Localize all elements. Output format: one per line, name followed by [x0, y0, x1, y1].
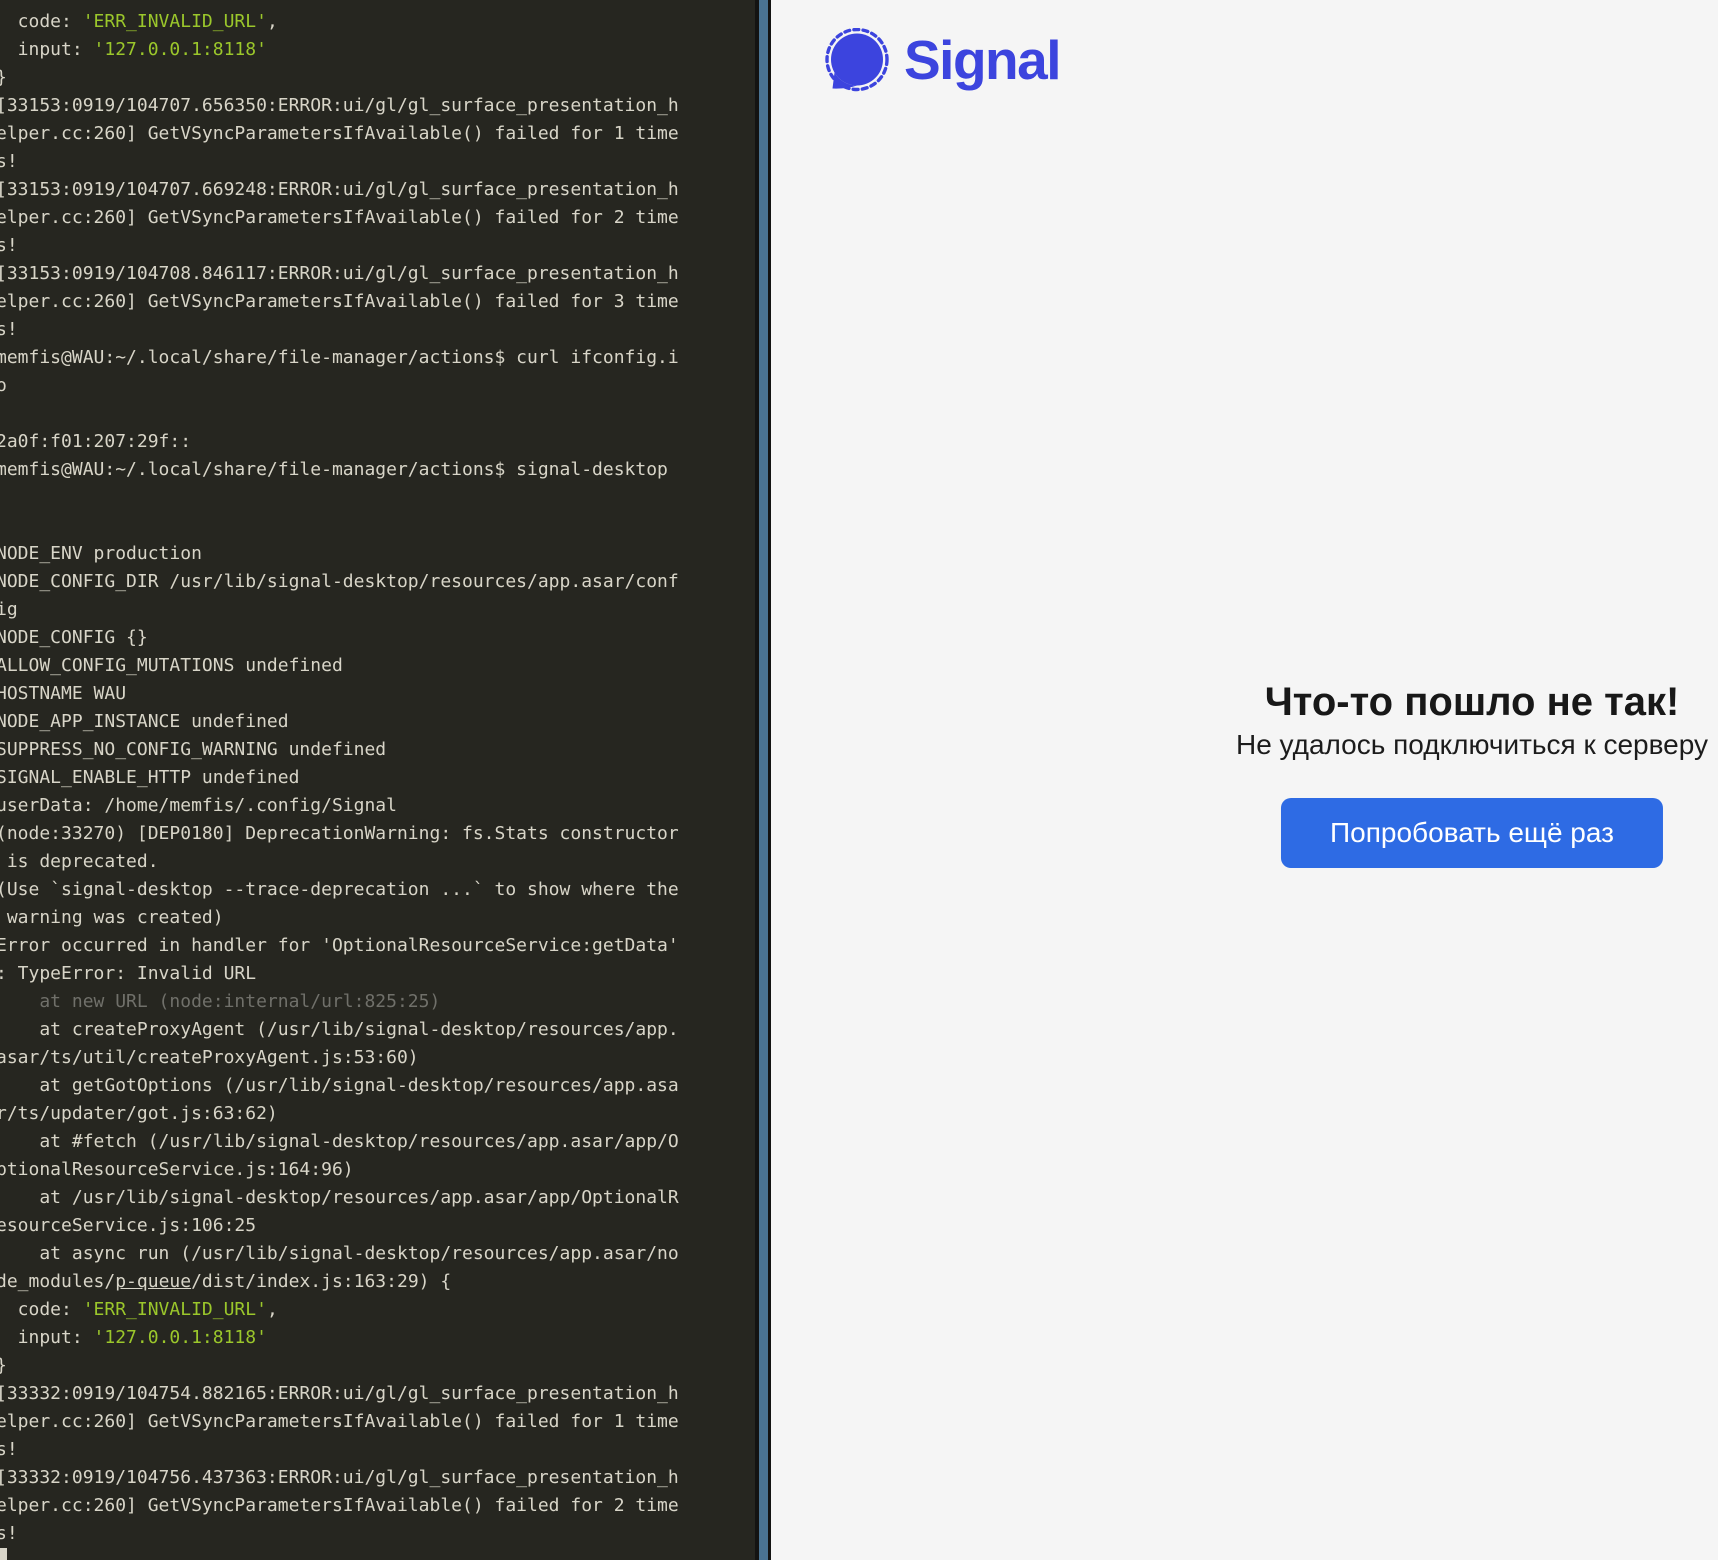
terminal-line: memfis@WAU:~/.local/share/file-manager/a…: [0, 344, 679, 372]
terminal-cursor: [0, 1548, 7, 1560]
terminal-line: at createProxyAgent (/usr/lib/signal-des…: [0, 1016, 679, 1044]
terminal-line: is deprecated.: [0, 848, 679, 876]
terminal-line: ig: [0, 596, 679, 624]
terminal-line: : TypeError: Invalid URL: [0, 960, 679, 988]
terminal-line: userData: /home/memfis/.config/Signal: [0, 792, 679, 820]
terminal-line: NODE_CONFIG {}: [0, 624, 679, 652]
terminal-output: code: 'ERR_INVALID_URL', input: '127.0.0…: [0, 8, 679, 1548]
terminal-line: [0, 512, 679, 540]
terminal-line: [33332:0919/104756.437363:ERROR:ui/gl/gl…: [0, 1464, 679, 1492]
terminal-line: elper.cc:260] GetVSyncParametersIfAvaila…: [0, 288, 679, 316]
error-subtitle: Не удалось подключиться к серверу: [1236, 729, 1708, 761]
terminal-line: (Use `signal-desktop --trace-deprecation…: [0, 876, 679, 904]
terminal-line: elper.cc:260] GetVSyncParametersIfAvaila…: [0, 204, 679, 232]
terminal-line: warning was created): [0, 904, 679, 932]
terminal-line: }: [0, 64, 679, 92]
terminal-line: NODE_CONFIG_DIR /usr/lib/signal-desktop/…: [0, 568, 679, 596]
terminal-line: code: 'ERR_INVALID_URL',: [0, 1296, 679, 1324]
terminal-line: SUPPRESS_NO_CONFIG_WARNING undefined: [0, 736, 679, 764]
terminal-line: [33153:0919/104708.846117:ERROR:ui/gl/gl…: [0, 260, 679, 288]
error-title: Что-то пошло не так!: [1236, 680, 1708, 724]
terminal-line: at /usr/lib/signal-desktop/resources/app…: [0, 1184, 679, 1212]
signal-speech-bubble-icon: [825, 28, 889, 92]
terminal-line: s!: [0, 1520, 679, 1548]
terminal-line: memfis@WAU:~/.local/share/file-manager/a…: [0, 456, 679, 484]
terminal-line: [0, 400, 679, 428]
terminal-line: }: [0, 1352, 679, 1380]
terminal-scrollbar[interactable]: [755, 0, 771, 1560]
signal-window: Signal Что-то пошло не так! Не удалось п…: [771, 0, 1718, 1560]
terminal-line: s!: [0, 1436, 679, 1464]
terminal-line: [33332:0919/104754.882165:ERROR:ui/gl/gl…: [0, 1380, 679, 1408]
signal-wordmark: Signal: [904, 28, 1060, 92]
signal-logo: Signal: [825, 28, 1060, 92]
terminal-line: [33153:0919/104707.656350:ERROR:ui/gl/gl…: [0, 92, 679, 120]
terminal-line: Error occurred in handler for 'OptionalR…: [0, 932, 679, 960]
retry-button[interactable]: Попробовать ещё раз: [1281, 798, 1663, 868]
terminal-line: ptionalResourceService.js:164:96): [0, 1156, 679, 1184]
terminal-line: 2a0f:f01:207:29f::: [0, 428, 679, 456]
terminal-line: at async run (/usr/lib/signal-desktop/re…: [0, 1240, 679, 1268]
terminal-line: elper.cc:260] GetVSyncParametersIfAvaila…: [0, 1408, 679, 1436]
terminal-line: NODE_ENV production: [0, 540, 679, 568]
terminal-window[interactable]: code: 'ERR_INVALID_URL', input: '127.0.0…: [0, 0, 755, 1560]
terminal-line: r/ts/updater/got.js:63:62): [0, 1100, 679, 1128]
terminal-line: at #fetch (/usr/lib/signal-desktop/resou…: [0, 1128, 679, 1156]
terminal-line: s!: [0, 148, 679, 176]
terminal-line: NODE_APP_INSTANCE undefined: [0, 708, 679, 736]
terminal-line: code: 'ERR_INVALID_URL',: [0, 8, 679, 36]
terminal-line: o: [0, 372, 679, 400]
terminal-line: s!: [0, 316, 679, 344]
terminal-line: de_modules/p-queue/dist/index.js:163:29)…: [0, 1268, 679, 1296]
terminal-line: input: '127.0.0.1:8118': [0, 1324, 679, 1352]
terminal-line: input: '127.0.0.1:8118': [0, 36, 679, 64]
terminal-line: s!: [0, 232, 679, 260]
terminal-line: SIGNAL_ENABLE_HTTP undefined: [0, 764, 679, 792]
terminal-line: [33153:0919/104707.669248:ERROR:ui/gl/gl…: [0, 176, 679, 204]
terminal-line: [0, 484, 679, 512]
terminal-line: HOSTNAME WAU: [0, 680, 679, 708]
terminal-line: at new URL (node:internal/url:825:25): [0, 988, 679, 1016]
terminal-line: at getGotOptions (/usr/lib/signal-deskto…: [0, 1072, 679, 1100]
error-panel: Что-то пошло не так! Не удалось подключи…: [1236, 680, 1708, 868]
terminal-line: elper.cc:260] GetVSyncParametersIfAvaila…: [0, 1492, 679, 1520]
terminal-line: asar/ts/util/createProxyAgent.js:53:60): [0, 1044, 679, 1072]
terminal-line: esourceService.js:106:25: [0, 1212, 679, 1240]
terminal-line: elper.cc:260] GetVSyncParametersIfAvaila…: [0, 120, 679, 148]
terminal-line: (node:33270) [DEP0180] DeprecationWarnin…: [0, 820, 679, 848]
terminal-line: ALLOW_CONFIG_MUTATIONS undefined: [0, 652, 679, 680]
